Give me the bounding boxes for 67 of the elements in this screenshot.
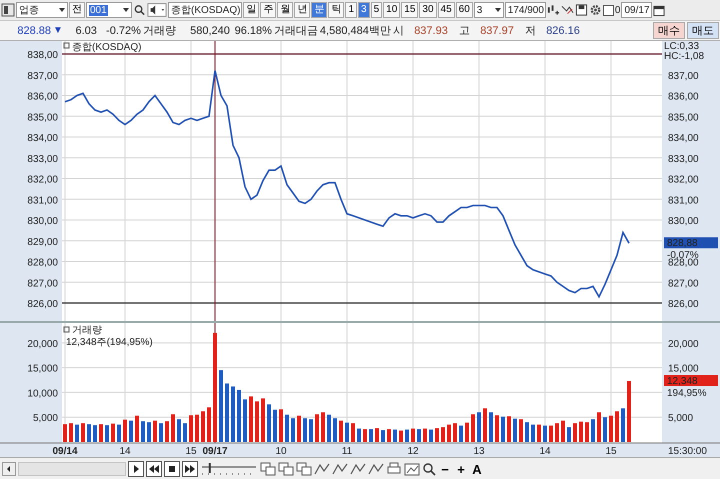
open-price-text: 837.93 [413, 24, 448, 36]
low-label: 저 [524, 24, 536, 38]
low-price-text: 826.16 [545, 24, 580, 36]
high-price-text: 837.97 [479, 24, 514, 36]
current-price-badge: 828,88 [664, 237, 718, 250]
axis-label: 837,00 [668, 70, 699, 82]
axis-label: 830,00 [668, 216, 699, 227]
axis-label: 15,000 [668, 364, 699, 375]
name-field: 종합(KOSDAQ) [168, 2, 242, 18]
axis-label: 826,00 [27, 299, 58, 310]
price-text: 828.88 [16, 24, 51, 36]
volume-text: 580,240 [189, 24, 230, 36]
axis-label: 15,000 [27, 364, 58, 375]
checkbox-label: 0 [614, 4, 620, 16]
axis-label: 838,00 [27, 50, 58, 61]
axis-label: 5,000 [668, 413, 694, 424]
trade-value-text: 4,580,484백만 [320, 24, 391, 38]
axis-label: 832,00 [27, 174, 58, 186]
time-label: 13 [473, 446, 485, 457]
rate-text: -0.72% [105, 24, 141, 36]
time-label: 14 [539, 446, 551, 457]
volume-label: 거래량 [142, 24, 176, 38]
axis-label: 833,00 [668, 154, 699, 165]
high-label: 고 [458, 24, 470, 38]
time-label: 10 [275, 446, 287, 457]
time-label: 09/17 [202, 446, 228, 457]
lc-text: LC:0,33 [664, 41, 700, 52]
time-label: 15 [185, 446, 197, 457]
time-label: 15:30:00 [668, 446, 707, 457]
volume-rate-text: 96.18% [234, 24, 272, 36]
axis-label: 835,00 [27, 112, 58, 124]
time-label: 12 [407, 446, 419, 457]
axis-label: 836,00 [668, 92, 699, 102]
axis-label: 837,00 [27, 70, 58, 82]
axis-label: 20,000 [668, 338, 699, 350]
axis-label: 830,00 [27, 216, 58, 227]
axis-label: 834,00 [668, 133, 699, 144]
time-label: 15 [605, 446, 617, 457]
axis-label: 832,00 [668, 174, 699, 186]
axis-label: 835,00 [668, 112, 699, 124]
axis-label: 831,00 [668, 195, 699, 206]
volume-legend: 거래량 [72, 325, 102, 336]
axis-label: 827,00 [27, 278, 58, 290]
axis-label: 5,000 [32, 413, 58, 424]
time-label: 14 [119, 446, 131, 457]
current-volume-badge: 12,348 [664, 375, 718, 388]
axis-label: 827,00 [668, 278, 699, 290]
down-arrow-text: ▼ [53, 25, 63, 36]
axis-label: 831,00 [27, 195, 58, 206]
open-label: 시 [392, 24, 404, 38]
hc-text: HC:-1,08 [664, 51, 704, 62]
axis-label: 836,00 [27, 92, 58, 102]
axis-label: 828,00 [668, 258, 699, 268]
volume-reading: 12,348주(194,95%) [66, 337, 153, 348]
axis-label: 20,000 [27, 338, 58, 350]
time-label: 11 [342, 446, 352, 457]
axis-label: 826,00 [668, 299, 699, 310]
current-volume-rate: 194,95% [667, 388, 706, 400]
axis-label: 10,000 [27, 388, 58, 400]
axis-label: 833,00 [27, 154, 58, 165]
time-label: 09/14 [52, 446, 78, 457]
axis-label: 828,00 [27, 258, 58, 268]
axis-label: 834,00 [27, 133, 58, 144]
price-legend: 종합(KOSDAQ) [72, 42, 142, 53]
change-text: 6.03 [74, 24, 97, 36]
trade-value-label: 거래대금 [274, 24, 318, 38]
axis-label: 829,00 [27, 236, 58, 248]
